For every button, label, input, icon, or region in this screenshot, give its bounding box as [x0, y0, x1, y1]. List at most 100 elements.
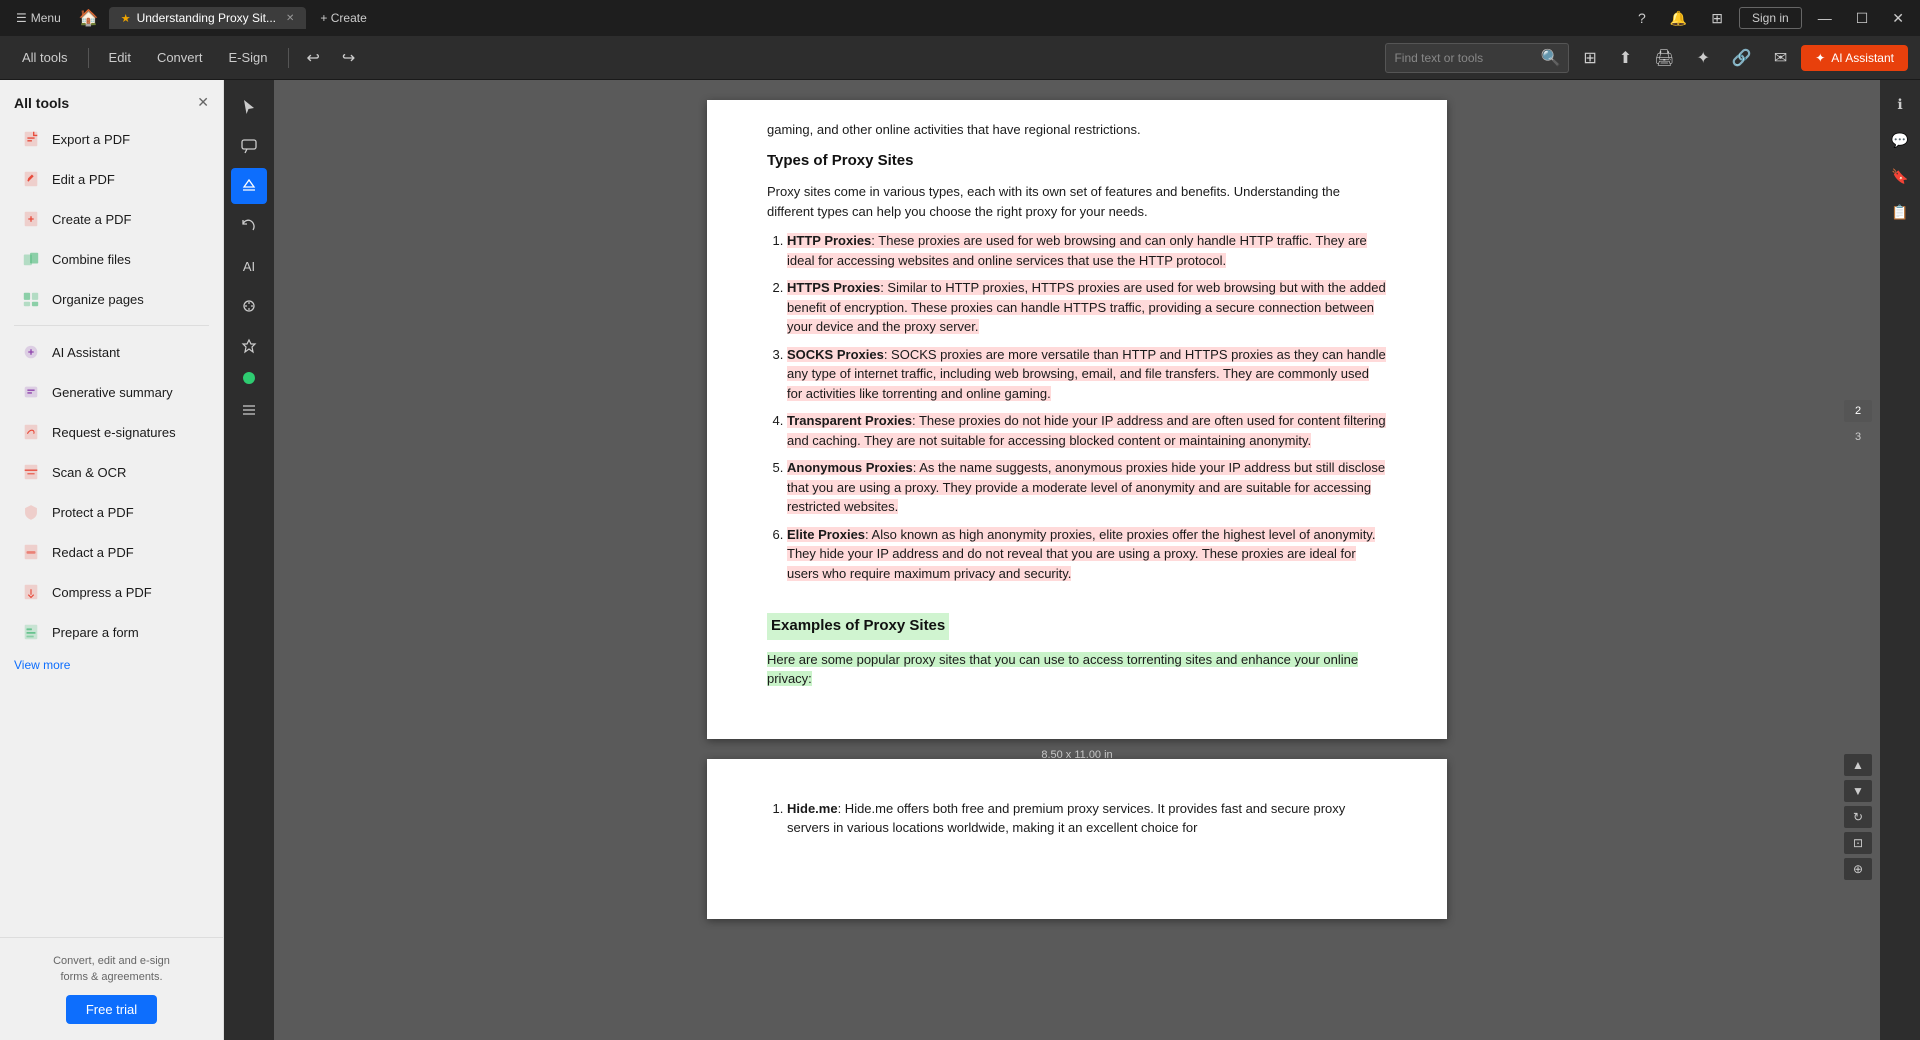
- list-item-3: SOCKS Proxies: SOCKS proxies are more ve…: [787, 345, 1387, 404]
- undo-button[interactable]: ↩: [299, 43, 328, 73]
- section1-heading: Types of Proxy Sites: [767, 150, 1387, 173]
- close-button[interactable]: ✕: [1884, 6, 1912, 31]
- find-input[interactable]: [1394, 51, 1534, 65]
- link-icon[interactable]: 🔗: [1724, 43, 1760, 73]
- sidebar-item-redact-pdf[interactable]: Redact a PDF: [6, 533, 217, 571]
- highlight-tool[interactable]: [231, 168, 267, 204]
- current-tab[interactable]: ★ Understanding Proxy Sit... ✕: [109, 7, 307, 29]
- sidebar-item-scan-ocr[interactable]: Scan & OCR: [6, 453, 217, 491]
- sidebar-item-protect-pdf[interactable]: Protect a PDF: [6, 493, 217, 531]
- grid-view-icon[interactable]: ⊞: [1575, 43, 1604, 73]
- menu-button[interactable]: ☰ Menu: [8, 7, 69, 29]
- fit-page-button[interactable]: ⊡: [1844, 832, 1872, 854]
- enhance-icon[interactable]: ✦: [1689, 43, 1718, 73]
- convert-button[interactable]: Convert: [147, 45, 213, 70]
- sidebar-item-create-pdf[interactable]: Create a PDF: [6, 200, 217, 238]
- ai-assistant-button[interactable]: ✦ AI Assistant: [1801, 45, 1908, 71]
- comment-tool[interactable]: [231, 128, 267, 164]
- menu-tool[interactable]: [231, 392, 267, 428]
- scroll-down-button[interactable]: ▼: [1844, 780, 1872, 802]
- page1-intro-text: gaming, and other online activities that…: [767, 120, 1387, 140]
- enhance-image-tool[interactable]: [231, 288, 267, 324]
- compress-pdf-icon: [20, 581, 42, 603]
- print-icon[interactable]: 🖨: [1646, 43, 1682, 73]
- edit-button[interactable]: Edit: [99, 45, 141, 70]
- title-bar-right: ? 🔔 ⊞ Sign in — ☐ ✕: [1630, 6, 1912, 31]
- sign-in-button[interactable]: Sign in: [1739, 7, 1802, 29]
- maximize-button[interactable]: ☐: [1848, 6, 1877, 31]
- zoom-button[interactable]: ⊕: [1844, 858, 1872, 880]
- notification-icon[interactable]: 🔔: [1662, 6, 1695, 31]
- generative-summary-icon: [20, 381, 42, 403]
- list-item-1: HTTP Proxies: These proxies are used for…: [787, 231, 1387, 270]
- pdf-content-page1: gaming, and other online activities that…: [767, 120, 1387, 689]
- right-panel-pages-icon[interactable]: 📋: [1884, 196, 1916, 228]
- sidebar-item-combine-files[interactable]: Combine files: [6, 240, 217, 278]
- sidebar-item-prepare-form[interactable]: Prepare a form: [6, 613, 217, 651]
- list-item-2: HTTPS Proxies: Similar to HTTP proxies, …: [787, 278, 1387, 337]
- tab-star-icon: ★: [121, 12, 131, 25]
- hamburger-icon: ☰: [16, 11, 27, 25]
- sidebar-title: All tools: [14, 95, 69, 111]
- refresh-button[interactable]: ↻: [1844, 806, 1872, 828]
- pdf-content-page2: Hide.me: Hide.me offers both free and pr…: [767, 799, 1387, 838]
- tab-close-icon[interactable]: ✕: [286, 13, 294, 24]
- redo-button[interactable]: ↪: [334, 43, 363, 73]
- sidebar-header: All tools ✕: [0, 80, 223, 119]
- view-more-button[interactable]: View more: [0, 654, 223, 676]
- page-number-nav: 2 3: [1844, 400, 1872, 448]
- cursor-tool[interactable]: [231, 88, 267, 124]
- toolbar: All tools Edit Convert E-Sign ↩ ↪ 🔍 ⊞ ⬆ …: [0, 36, 1920, 80]
- sidebar-item-export-pdf[interactable]: Export a PDF: [6, 120, 217, 158]
- sidebar-item-request-esignatures[interactable]: Request e-signatures: [6, 413, 217, 451]
- sidebar-footer: Convert, edit and e-signforms & agreemen…: [0, 937, 223, 1040]
- protect-pdf-icon: [20, 501, 42, 523]
- list-item-5: Anonymous Proxies: As the name suggests,…: [787, 458, 1387, 517]
- scroll-up-button[interactable]: ▲: [1844, 754, 1872, 776]
- organize-pages-icon: [20, 288, 42, 310]
- pin-tool[interactable]: [231, 328, 267, 364]
- upload-icon[interactable]: ⬆: [1611, 43, 1640, 73]
- tab-title: Understanding Proxy Sit...: [137, 11, 276, 25]
- free-trial-button[interactable]: Free trial: [66, 995, 157, 1024]
- sidebar-item-compress-pdf[interactable]: Compress a PDF: [6, 573, 217, 611]
- page-number-2[interactable]: 2: [1844, 400, 1872, 422]
- esign-button[interactable]: E-Sign: [218, 45, 277, 70]
- search-icon[interactable]: 🔍: [1540, 48, 1560, 68]
- request-esignatures-icon: [20, 421, 42, 443]
- sidebar-item-edit-pdf[interactable]: Edit a PDF: [6, 160, 217, 198]
- section1-intro: Proxy sites come in various types, each …: [767, 182, 1387, 221]
- pdf-page-2: Hide.me: Hide.me offers both free and pr…: [707, 759, 1447, 919]
- sidebar-close-button[interactable]: ✕: [197, 94, 209, 111]
- sidebar-item-ai-assistant[interactable]: AI Assistant: [6, 333, 217, 371]
- undo-tool[interactable]: [231, 208, 267, 244]
- page2-list-item-1: Hide.me: Hide.me offers both free and pr…: [787, 799, 1387, 838]
- pdf-page-1: gaming, and other online activities that…: [707, 100, 1447, 739]
- email-icon[interactable]: ✉: [1766, 43, 1795, 73]
- sidebar-item-generative-summary[interactable]: Generative summary: [6, 373, 217, 411]
- find-box[interactable]: 🔍: [1385, 43, 1569, 73]
- main-layout: All tools ✕ Export a PDF Edit a PDF Crea…: [0, 80, 1920, 1040]
- ai-tool[interactable]: AI: [231, 248, 267, 284]
- combine-files-icon: [20, 248, 42, 270]
- right-panel-bookmark-icon[interactable]: 🔖: [1884, 160, 1916, 192]
- page-number-3[interactable]: 3: [1844, 426, 1872, 448]
- toolbar-right: 🔍 ⊞ ⬆ 🖨 ✦ 🔗 ✉ ✦ AI Assistant: [1385, 43, 1908, 73]
- ai-icon: ✦: [1815, 51, 1825, 65]
- toolbar-divider: [88, 48, 89, 68]
- right-panel-info-icon[interactable]: ℹ: [1884, 88, 1916, 120]
- scroll-controls: ▲ ▼ ↻ ⊡ ⊕: [1844, 754, 1872, 880]
- help-icon[interactable]: ?: [1630, 6, 1654, 30]
- apps-icon[interactable]: ⊞: [1703, 6, 1731, 31]
- sidebar-footer-text: Convert, edit and e-signforms & agreemen…: [14, 954, 209, 985]
- sidebar-item-organize-pages[interactable]: Organize pages: [6, 280, 217, 318]
- home-button[interactable]: 🏠: [73, 4, 105, 32]
- create-pdf-icon: [20, 208, 42, 230]
- new-tab-button[interactable]: + Create: [310, 7, 376, 29]
- scan-ocr-icon: [20, 461, 42, 483]
- pdf-viewer[interactable]: gaming, and other online activities that…: [274, 80, 1880, 1040]
- right-panel-chat-icon[interactable]: 💬: [1884, 124, 1916, 156]
- proxy-examples-list: Hide.me: Hide.me offers both free and pr…: [787, 799, 1387, 838]
- minimize-button[interactable]: —: [1810, 6, 1840, 30]
- all-tools-button[interactable]: All tools: [12, 45, 78, 70]
